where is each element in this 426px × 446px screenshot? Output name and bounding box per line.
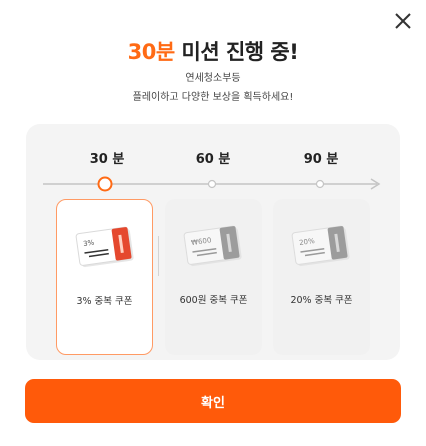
confirm-button[interactable]: 확인 [25, 379, 401, 423]
coupon-ticket-icon: 3% [75, 226, 134, 268]
dialog-title: 30분 미션 진행 중! [0, 36, 426, 66]
step-marker-current [97, 176, 113, 192]
reward-label: 600원 중복 쿠폰 [179, 295, 248, 306]
reward-card-3pct[interactable]: 3% 3% 중복 쿠폰 [56, 199, 153, 355]
reward-label: 3% 중복 쿠폰 [76, 296, 133, 307]
step-label-60: 60 분 [195, 152, 231, 167]
step-marker-90 [315, 179, 325, 189]
subtitle-line-1: 연세청소부등 [185, 73, 241, 84]
step-label-90: 90 분 [303, 152, 339, 167]
close-button[interactable] [391, 9, 415, 33]
title-accent: 30분 [127, 40, 176, 64]
reward-label: 20% 중복 쿠폰 [290, 295, 353, 306]
mission-panel: 30 분 60 분 90 분 3% 3% 중복 쿠폰 ₩600 600원 중복 … [26, 124, 400, 360]
step-marker-60 [207, 179, 217, 189]
subtitle-line-2: 플레이하고 다양한 보상을 획득하세요! [132, 92, 294, 103]
ticket-text: 3% [83, 239, 95, 249]
reward-card-20pct[interactable]: 20% 20% 중복 쿠폰 [273, 199, 370, 355]
coupon-ticket-icon: ₩600 [183, 225, 242, 267]
reward-card-600won[interactable]: ₩600 600원 중복 쿠폰 [165, 199, 262, 355]
title-text: 미션 진행 중! [174, 40, 299, 64]
close-icon [395, 13, 411, 29]
coupon-ticket-icon: 20% [291, 225, 350, 267]
card-divider [158, 236, 159, 276]
progress-track [43, 176, 381, 192]
step-label-30: 30 분 [89, 152, 125, 167]
